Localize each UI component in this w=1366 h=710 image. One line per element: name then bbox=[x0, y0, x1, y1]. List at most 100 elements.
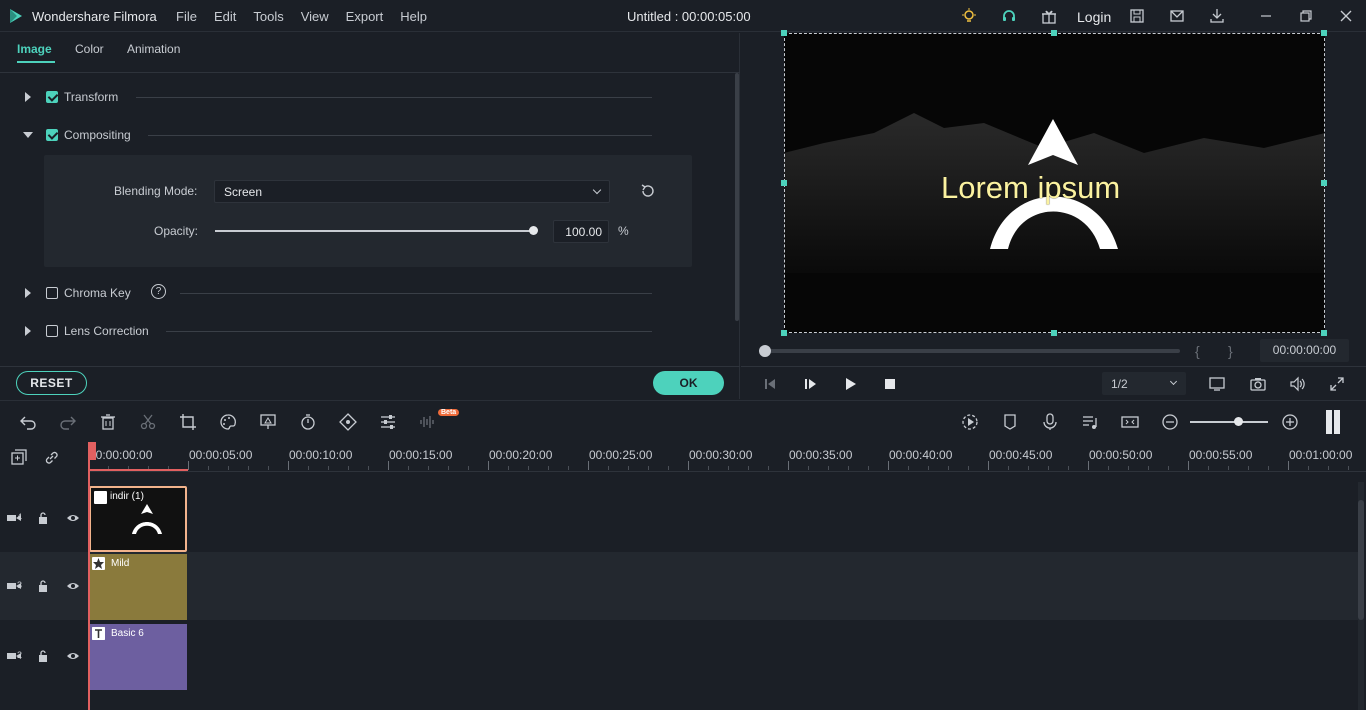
clip-title[interactable]: Basic 6 bbox=[89, 624, 187, 690]
tab-color[interactable]: Color bbox=[75, 42, 104, 56]
transform-checkbox[interactable] bbox=[46, 91, 58, 103]
timeline-vertical-scrollbar[interactable] bbox=[1358, 482, 1364, 710]
lightbulb-icon[interactable] bbox=[961, 8, 977, 24]
reset-button[interactable]: RESET bbox=[16, 371, 87, 395]
menu-export[interactable]: Export bbox=[346, 9, 384, 24]
zoom-in-icon[interactable] bbox=[1281, 413, 1299, 431]
expand-arrow-icon[interactable] bbox=[25, 288, 31, 298]
section-lens-correction[interactable]: Lens Correction bbox=[0, 321, 700, 341]
reset-icon[interactable] bbox=[640, 183, 656, 199]
snapshot-camera-icon[interactable] bbox=[1250, 376, 1266, 392]
mark-out-button[interactable]: } bbox=[1228, 343, 1233, 359]
timeline-ruler[interactable]: 00:00:00:00 00:00:05:00 00:00:10:00 00:0… bbox=[88, 442, 1366, 472]
expand-arrow-icon[interactable] bbox=[25, 92, 31, 102]
mail-icon[interactable] bbox=[1169, 8, 1185, 24]
menu-file[interactable]: File bbox=[176, 9, 197, 24]
color-palette-icon[interactable] bbox=[219, 413, 237, 431]
opacity-input[interactable]: 100.00 bbox=[553, 220, 609, 243]
blending-mode-select[interactable]: Screen bbox=[214, 180, 610, 203]
zoom-slider-handle[interactable] bbox=[1234, 417, 1244, 426]
next-frame-icon[interactable] bbox=[802, 376, 818, 392]
crop-icon[interactable] bbox=[179, 413, 197, 431]
help-icon[interactable]: ? bbox=[151, 284, 166, 299]
menu-help[interactable]: Help bbox=[400, 9, 427, 24]
playhead[interactable] bbox=[88, 442, 90, 710]
audio-waveform-icon[interactable] bbox=[419, 413, 437, 431]
scrollbar-thumb[interactable] bbox=[1358, 500, 1364, 620]
keyframe-icon[interactable] bbox=[339, 413, 357, 431]
mark-in-button[interactable]: { bbox=[1195, 343, 1200, 359]
restore-icon[interactable] bbox=[1298, 8, 1314, 24]
preview-scrubber[interactable] bbox=[759, 345, 1180, 357]
resize-handle[interactable] bbox=[781, 30, 787, 36]
video-preview[interactable]: Lorem ipsum bbox=[784, 33, 1325, 333]
tab-image[interactable]: Image bbox=[17, 42, 52, 56]
menu-tools[interactable]: Tools bbox=[253, 9, 283, 24]
eye-icon[interactable] bbox=[66, 650, 80, 662]
menu-view[interactable]: View bbox=[301, 9, 329, 24]
resize-handle[interactable] bbox=[1321, 180, 1327, 186]
playhead-handle[interactable] bbox=[88, 442, 96, 460]
properties-scrollbar[interactable] bbox=[735, 73, 739, 321]
resize-handle[interactable] bbox=[1321, 330, 1327, 336]
redo-icon[interactable] bbox=[59, 413, 77, 431]
scrubber-handle[interactable] bbox=[759, 345, 771, 357]
resize-handle[interactable] bbox=[1051, 30, 1057, 36]
menu-edit[interactable]: Edit bbox=[214, 9, 236, 24]
render-preview-icon[interactable] bbox=[961, 413, 979, 431]
preview-quality-select[interactable]: 1/2 bbox=[1102, 372, 1186, 395]
clip-image[interactable]: indir (1) bbox=[89, 486, 187, 552]
adjust-sliders-icon[interactable] bbox=[379, 413, 397, 431]
collapse-arrow-icon[interactable] bbox=[23, 132, 33, 138]
eye-icon[interactable] bbox=[66, 580, 80, 592]
work-area-range[interactable] bbox=[88, 469, 188, 471]
previous-frame-icon[interactable] bbox=[762, 376, 778, 392]
expand-arrow-icon[interactable] bbox=[25, 326, 31, 336]
display-icon[interactable] bbox=[1209, 376, 1225, 392]
close-icon[interactable] bbox=[1338, 8, 1354, 24]
stop-icon[interactable] bbox=[882, 376, 898, 392]
compositing-checkbox[interactable] bbox=[46, 129, 58, 141]
ok-button[interactable]: OK bbox=[653, 371, 724, 395]
lock-icon[interactable] bbox=[36, 512, 50, 524]
link-icon[interactable] bbox=[43, 449, 60, 466]
opacity-slider-handle[interactable] bbox=[529, 226, 538, 235]
resize-handle[interactable] bbox=[781, 180, 787, 186]
play-icon[interactable] bbox=[842, 376, 858, 392]
zoom-out-icon[interactable] bbox=[1161, 413, 1179, 431]
delete-icon[interactable] bbox=[99, 413, 117, 431]
resize-handle[interactable] bbox=[1321, 30, 1327, 36]
pause-panel-icon[interactable] bbox=[1325, 410, 1341, 434]
video-title-text[interactable]: Lorem ipsum bbox=[941, 170, 1120, 206]
minimize-icon[interactable] bbox=[1258, 8, 1274, 24]
lock-icon[interactable] bbox=[36, 650, 50, 662]
resize-handle[interactable] bbox=[781, 330, 787, 336]
tab-animation[interactable]: Animation bbox=[127, 42, 180, 56]
cut-icon[interactable] bbox=[139, 413, 157, 431]
download-icon[interactable] bbox=[1209, 8, 1225, 24]
timeline-zoom-slider[interactable] bbox=[1190, 417, 1268, 426]
lock-icon[interactable] bbox=[36, 580, 50, 592]
volume-icon[interactable] bbox=[1290, 376, 1306, 392]
eye-icon[interactable] bbox=[66, 512, 80, 524]
microphone-icon[interactable] bbox=[1041, 413, 1059, 431]
resize-handle[interactable] bbox=[1051, 330, 1057, 336]
login-link[interactable]: Login bbox=[1077, 9, 1111, 25]
chroma-key-checkbox[interactable] bbox=[46, 287, 58, 299]
section-chroma-key[interactable]: Chroma Key ? bbox=[0, 283, 700, 303]
add-track-icon[interactable] bbox=[11, 449, 28, 466]
marker-icon[interactable] bbox=[1001, 413, 1019, 431]
snap-fit-icon[interactable] bbox=[1121, 413, 1139, 431]
fullscreen-icon[interactable] bbox=[1329, 376, 1345, 392]
lens-correction-checkbox[interactable] bbox=[46, 325, 58, 337]
section-transform[interactable]: Transform bbox=[0, 87, 700, 107]
opacity-slider[interactable] bbox=[215, 226, 538, 235]
green-screen-icon[interactable] bbox=[259, 413, 277, 431]
gift-icon[interactable] bbox=[1041, 8, 1057, 24]
headset-icon[interactable] bbox=[1001, 8, 1017, 24]
speed-timer-icon[interactable] bbox=[299, 413, 317, 431]
save-icon[interactable] bbox=[1129, 8, 1145, 24]
undo-icon[interactable] bbox=[19, 413, 37, 431]
clip-effect[interactable]: Mild bbox=[89, 554, 187, 620]
section-compositing[interactable]: Compositing bbox=[0, 125, 700, 145]
